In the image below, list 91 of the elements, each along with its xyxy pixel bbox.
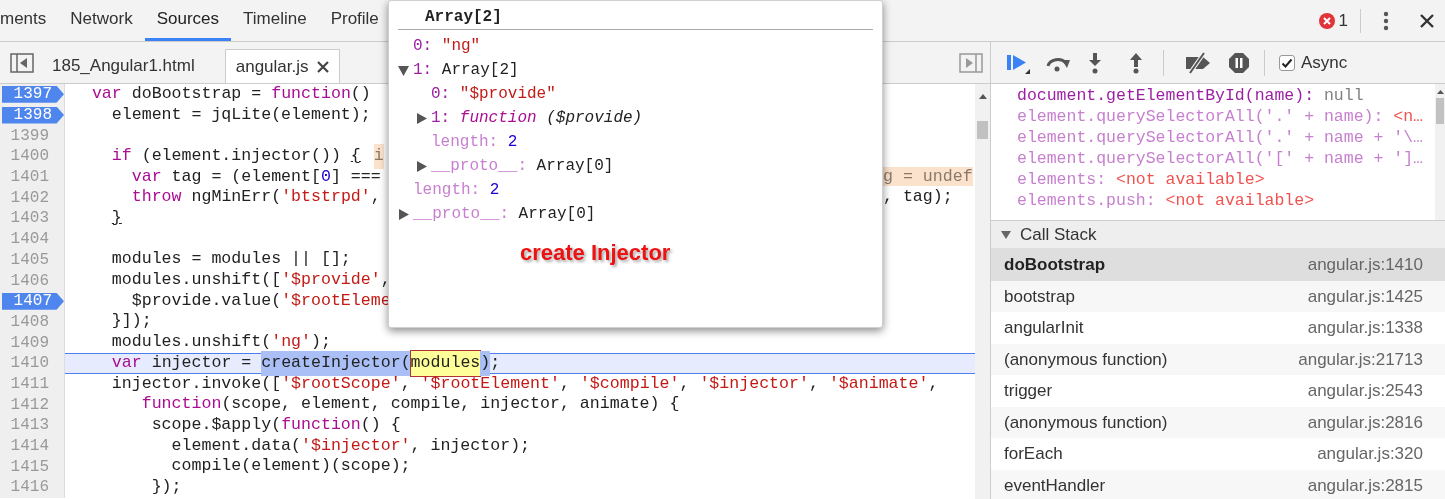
watch-expression: element.querySelectorAll('.' + name + '\… (1017, 127, 1423, 150)
line-number: 1403 (10, 208, 50, 230)
panel-toggle-icon[interactable] (959, 53, 983, 73)
code-line: modules.unshift('ng'); (110, 332, 331, 353)
call-frame[interactable]: eventHandler angular.js:2815 (991, 469, 1445, 499)
code-line: , tag); (883, 186, 953, 209)
async-label: Async (1301, 51, 1348, 74)
line-number: 1411 (10, 373, 50, 395)
line-number: 1415 (10, 456, 50, 478)
scrollbar[interactable] (1435, 84, 1445, 220)
code-line: var tag = (element[0] === (130, 166, 382, 188)
code-line: injector.invoke(['$rootScope', '$rootElement', '$compile', '$injector', '$animate', (110, 373, 939, 395)
collapse-arrow-icon[interactable] (398, 64, 409, 76)
section-header[interactable]: Call Stack (991, 221, 1445, 249)
line-number: 1404 (10, 229, 50, 251)
code-line: if (element.injector()) { i (65, 146, 384, 167)
deactivate-breakpoints-icon[interactable] (1184, 50, 1212, 75)
sidebar-toggle-icon[interactable] (10, 53, 34, 73)
code-line: }); (150, 477, 182, 498)
pause-icon[interactable] (1228, 51, 1250, 74)
scrollbar[interactable] (975, 84, 990, 499)
file-tab[interactable]: 185_Angular1.html (42, 49, 205, 83)
code-line: var doBootstrap = function() (90, 84, 371, 105)
property-entry: length: 2 (413, 180, 500, 201)
property-entry: __proto__: Array[0] (431, 156, 614, 177)
property-entry: __proto__: Array[0] (413, 204, 596, 225)
property-entry: 0: "ng" (413, 36, 481, 57)
code-line: element.data('$injector', injector); (170, 435, 531, 457)
close-icon[interactable] (316, 60, 329, 73)
breakpoint-marker[interactable]: 1407 (2, 292, 64, 310)
watch-expression: elements: <not available> (1017, 169, 1265, 192)
code-line: function(scope, element, compile, injector, animate) { (140, 394, 680, 415)
breakpoint-marker[interactable]: 1397 (2, 85, 64, 103)
line-number: 1405 (10, 249, 50, 271)
call-frame[interactable]: bootstrap angular.js:1425 (991, 280, 1445, 312)
expand-arrow-icon[interactable] (398, 208, 409, 220)
line-number: 1399 (10, 125, 50, 147)
file-tab[interactable]: angular.js (224, 49, 340, 83)
watch-expression: elements.push: <not available> (1017, 190, 1315, 213)
section-title: Call Stack (1020, 223, 1097, 246)
menu-icon[interactable] (1383, 10, 1389, 31)
line-number: 1416 (10, 477, 50, 499)
watch-expression: element.querySelectorAll('[' + name + ']… (1017, 148, 1423, 171)
step-into-icon[interactable] (1088, 51, 1102, 74)
code-line: $provide.value('$rootEleme (130, 290, 391, 312)
code-line: scope.$apply(function() { (150, 415, 401, 436)
code-line: modules.unshift(['$provide', (110, 270, 391, 291)
line-number: 1400 (10, 146, 50, 168)
line-number: 1409 (10, 332, 50, 354)
line-number: 1408 (10, 311, 50, 333)
expand-arrow-icon[interactable] (416, 112, 427, 124)
expand-arrow-icon[interactable] (416, 160, 427, 172)
checkbox[interactable] (1279, 54, 1295, 71)
code-line: compile(element)(scope); (170, 456, 411, 478)
call-frame[interactable]: doBootstrap angular.js:1410 (991, 249, 1445, 281)
call-frame[interactable]: (anonymous function) angular.js:21713 (991, 343, 1445, 375)
property-entry: 1: Array[2] (413, 60, 519, 81)
scroll-up-icon[interactable] (978, 94, 987, 99)
error-count[interactable]: 1 (1338, 7, 1348, 34)
watch-expression: document.getElementById(name): null (1017, 85, 1364, 108)
property-entry: 0: "$provide" (431, 84, 556, 105)
panel-tab[interactable]: ments (0, 0, 59, 41)
panel-tab[interactable]: Network (58, 0, 145, 41)
code-line: element = jqLite(element); (110, 104, 371, 126)
line-number: 1401 (10, 167, 50, 189)
popover-title: Array[2] (425, 8, 502, 26)
scrollbar-thumb[interactable] (1436, 98, 1444, 124)
step-out-icon[interactable] (1129, 51, 1143, 74)
code-line: }]); (110, 311, 152, 333)
property-entry: 1: function ($provide) (431, 108, 643, 129)
breakpoint-marker[interactable]: 1398 (2, 106, 64, 124)
scroll-up-icon[interactable] (1436, 90, 1444, 94)
line-number: 1412 (10, 394, 50, 416)
scrollbar-thumb[interactable] (977, 121, 988, 139)
panel-tab[interactable]: Timeline (231, 0, 319, 41)
error-icon (1318, 12, 1335, 29)
watch-expression: element.querySelectorAll('.' + name): <n… (1017, 106, 1423, 129)
property-entry: length: 2 (431, 132, 518, 153)
line-number: 1402 (10, 187, 50, 209)
line-number: 1406 (10, 270, 50, 292)
code-line: throw ngMinErr('btstrpd', (130, 187, 382, 209)
close-icon[interactable] (1419, 12, 1435, 29)
collapse-arrow-icon[interactable] (1001, 229, 1011, 240)
panel-tab[interactable]: Profile (318, 0, 391, 41)
line-number: 1413 (10, 415, 50, 437)
line-number: 1410 (10, 353, 50, 375)
code-line: } (110, 208, 122, 229)
line-number: 1414 (10, 436, 50, 458)
annotation-text: create Injector (520, 240, 671, 265)
code-line: modules = modules || []; (110, 249, 351, 271)
call-frame[interactable]: (anonymous function) angular.js:2816 (991, 406, 1445, 438)
